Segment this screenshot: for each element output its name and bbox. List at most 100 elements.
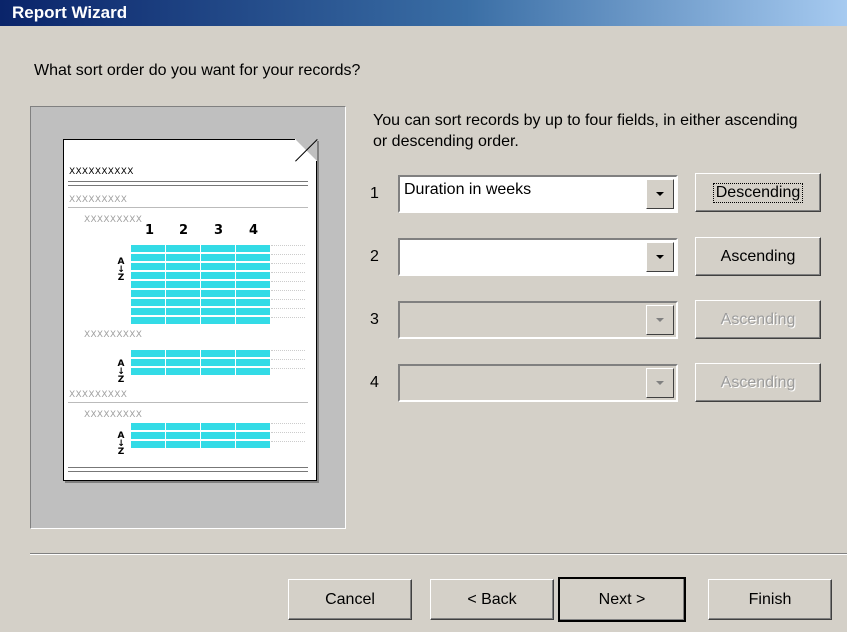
preview-cell	[236, 299, 270, 306]
preview-cell	[201, 299, 235, 306]
preview-cell	[236, 272, 270, 279]
sort-order-toggle-4[interactable]: Ascending	[695, 363, 821, 402]
preview-cell	[201, 254, 235, 261]
preview-cell	[201, 290, 235, 297]
wizard-question: What sort order do you want for your rec…	[34, 62, 361, 79]
preview-cell	[166, 368, 200, 375]
preview-cell-unsorted	[271, 272, 305, 279]
preview-cell	[236, 308, 270, 315]
preview-cell	[201, 368, 235, 375]
preview-cell-unsorted	[271, 308, 305, 315]
dropdown-arrow-icon[interactable]	[646, 305, 674, 335]
preview-cell	[236, 290, 270, 297]
cancel-button[interactable]: Cancel	[288, 579, 412, 620]
preview-cell	[131, 423, 165, 430]
preview-cell	[166, 263, 200, 270]
preview-cell	[166, 441, 200, 448]
preview-cell-unsorted	[271, 350, 305, 357]
preview-cell-unsorted	[271, 441, 305, 448]
preview-cell	[166, 254, 200, 261]
sort-field-combo-2[interactable]	[398, 238, 678, 276]
sort-field-value-1: Duration in weeks	[404, 181, 532, 198]
preview-cell	[131, 359, 165, 366]
preview-cell-unsorted	[271, 263, 305, 270]
sort-order-toggle-3[interactable]: Ascending	[695, 300, 821, 339]
preview-cell	[236, 245, 270, 252]
preview-cell	[201, 263, 235, 270]
preview-cell-unsorted	[271, 245, 305, 252]
dropdown-arrow-icon[interactable]	[646, 179, 674, 209]
preview-cell	[166, 317, 200, 324]
preview-cell	[131, 254, 165, 261]
preview-cell	[201, 432, 235, 439]
preview-cell	[131, 308, 165, 315]
report-wizard-dialog: Report Wizard What sort order do you wan…	[0, 0, 847, 632]
sort-az-icon: A ↓ Z	[117, 257, 125, 283]
preview-cell	[236, 423, 270, 430]
preview-cell	[201, 441, 235, 448]
preview-cell	[166, 299, 200, 306]
preview-subgroup-header-1: XXXXXXXXX	[84, 215, 143, 225]
preview-cell	[131, 299, 165, 306]
preview-cell	[131, 432, 165, 439]
preview-cell	[236, 263, 270, 270]
preview-cell	[131, 245, 165, 252]
title-bar[interactable]: Report Wizard	[0, 0, 847, 26]
preview-cell	[166, 281, 200, 288]
sort-az-icon: A ↓ Z	[117, 359, 125, 385]
preview-title-text: XXXXXXXXXX	[69, 167, 134, 177]
preview-cell-unsorted	[271, 299, 305, 306]
preview-cell	[201, 281, 235, 288]
preview-cell	[201, 350, 235, 357]
preview-cell	[166, 350, 200, 357]
preview-cell-unsorted	[271, 317, 305, 324]
dropdown-arrow-icon[interactable]	[646, 242, 674, 272]
preview-cell	[166, 308, 200, 315]
dropdown-arrow-icon[interactable]	[646, 368, 674, 398]
preview-cell	[166, 432, 200, 439]
column-number-1: 1	[145, 223, 155, 238]
sort-az-icon: A ↓ Z	[117, 431, 125, 457]
sort-order-toggle-1[interactable]: Descending	[695, 173, 821, 212]
preview-cell	[201, 308, 235, 315]
preview-cell	[131, 350, 165, 357]
sort-row-number-3: 3	[370, 311, 379, 328]
sort-field-combo-4[interactable]	[398, 364, 678, 402]
preview-cell-unsorted	[271, 432, 305, 439]
sort-row-number-1: 1	[370, 185, 379, 202]
preview-cell	[166, 290, 200, 297]
preview-cell	[201, 245, 235, 252]
column-number-4: 4	[249, 223, 259, 238]
preview-cell	[131, 290, 165, 297]
preview-cell	[236, 350, 270, 357]
back-button[interactable]: < Back	[430, 579, 554, 620]
sort-field-combo-3[interactable]	[398, 301, 678, 339]
sort-row-number-2: 2	[370, 248, 379, 265]
preview-cell	[131, 441, 165, 448]
report-preview-page-icon: XXXXXXXXXX XXXXXXXXX XXXXXXXXX 1 2 3 4 A…	[63, 139, 318, 481]
preview-cell	[131, 263, 165, 270]
next-button[interactable]: Next >	[558, 577, 686, 622]
preview-cell-unsorted	[271, 359, 305, 366]
sort-order-toggle-2[interactable]: Ascending	[695, 237, 821, 276]
preview-cell-unsorted	[271, 281, 305, 288]
preview-cell-unsorted	[271, 290, 305, 297]
preview-cell	[201, 317, 235, 324]
sort-instructions: You can sort records by up to four field…	[373, 112, 798, 150]
preview-cell	[201, 423, 235, 430]
preview-cell	[131, 281, 165, 288]
sort-field-combo-1[interactable]: Duration in weeks	[398, 175, 678, 213]
preview-cell	[166, 359, 200, 366]
finish-button[interactable]: Finish	[708, 579, 832, 620]
preview-cell	[131, 368, 165, 375]
sort-preview-panel: XXXXXXXXXX XXXXXXXXX XXXXXXXXX 1 2 3 4 A…	[30, 106, 346, 529]
preview-group-header-1: XXXXXXXXX	[69, 195, 128, 205]
preview-cell-unsorted	[271, 368, 305, 375]
preview-group-header-2: XXXXXXXXX	[69, 390, 128, 400]
preview-cell	[236, 281, 270, 288]
window-title: Report Wizard	[12, 3, 128, 22]
preview-cell	[236, 368, 270, 375]
preview-cell	[236, 441, 270, 448]
preview-cell	[166, 423, 200, 430]
sort-row-number-4: 4	[370, 374, 379, 391]
